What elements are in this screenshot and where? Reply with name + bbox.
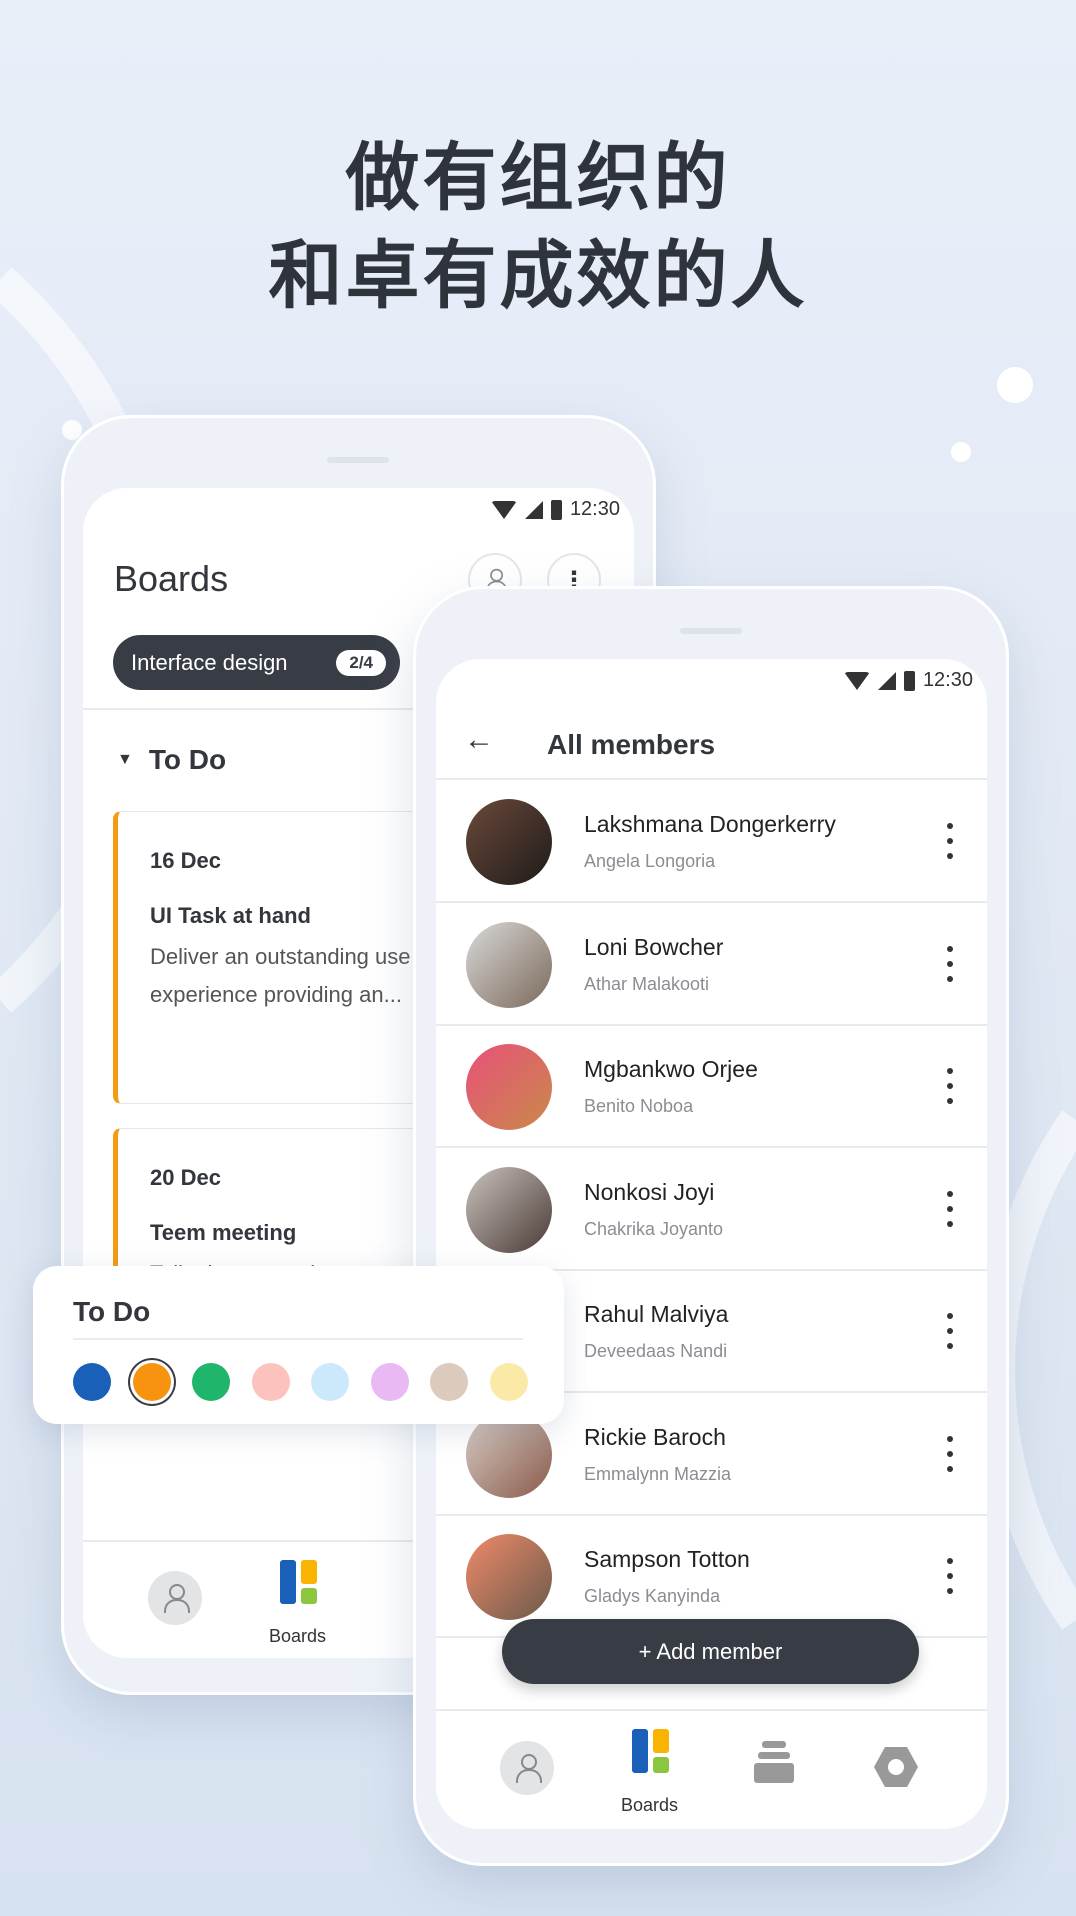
battery-icon [903, 670, 915, 691]
headline-line2: 和卓有成效的人 [268, 233, 808, 319]
nav-profile[interactable] [500, 1741, 554, 1795]
avatar [466, 921, 552, 1008]
member-subtitle: Angela Longoria [584, 851, 716, 871]
avatar [466, 799, 552, 885]
nav-boards-label: Boards [621, 1795, 679, 1815]
member-name: Loni Bowcher [584, 933, 724, 960]
speaker [327, 457, 389, 463]
archive-icon[interactable] [754, 1741, 794, 1783]
member-name: Rickie Baroch [584, 1423, 726, 1450]
member-name: Sampson Totton [584, 1546, 750, 1572]
card-description: Deliver an outstanding use [150, 944, 411, 969]
color-swatch[interactable] [311, 1363, 349, 1401]
card-date: 16 Dec [150, 848, 221, 873]
signal-icon [877, 671, 896, 690]
page-title: Boards [114, 558, 229, 599]
board-chip[interactable]: Interface design 2/4 [113, 635, 400, 690]
more-vertical-icon[interactable] [942, 1558, 958, 1594]
member-subtitle: Deveedaas Nandi [584, 1341, 728, 1361]
card-description: experience providing an... [150, 982, 402, 1007]
add-member-button[interactable]: + Add member [502, 1619, 919, 1684]
wifi-icon [490, 500, 517, 519]
member-subtitle: Benito Noboa [584, 1096, 694, 1116]
more-vertical-icon[interactable] [942, 1068, 958, 1104]
bottom-nav: Boards [436, 1709, 987, 1829]
member-subtitle: Chakrika Joyanto [584, 1218, 724, 1239]
card-date: 20 Dec [150, 1165, 221, 1190]
status-time: 12:30 [922, 669, 973, 691]
member-row[interactable]: Mgbankwo Orjee Benito Noboa [436, 1026, 987, 1148]
member-subtitle: Emmalynn Mazzia [584, 1463, 732, 1484]
member-row[interactable]: Loni Bowcher Athar Malakooti [436, 904, 987, 1026]
member-name: Lakshmana Dongerkerry [584, 811, 836, 837]
more-vertical-icon[interactable] [942, 823, 958, 859]
chip-label: Interface design [131, 649, 288, 675]
battery-icon [550, 499, 562, 520]
headline-line1: 做有组织的 [345, 135, 731, 221]
boards-icon[interactable] [280, 1560, 318, 1604]
card-title: UI Task at hand [150, 903, 311, 928]
color-swatch[interactable] [489, 1363, 528, 1401]
color-swatch[interactable] [251, 1363, 290, 1401]
color-swatch[interactable] [132, 1363, 171, 1401]
back-arrow-icon[interactable]: ← [464, 723, 494, 757]
more-vertical-icon[interactable] [942, 1435, 958, 1472]
member-name: Nonkosi Joyi [584, 1178, 715, 1205]
add-member-label: + Add member [638, 1638, 783, 1664]
nav-boards-label: Boards [269, 1626, 327, 1646]
color-swatch[interactable] [192, 1363, 230, 1401]
member-row[interactable]: Nonkosi Joyi Chakrika Joyanto [436, 1149, 987, 1271]
status-time: 12:30 [569, 498, 620, 520]
avatar [466, 1044, 552, 1130]
member-name: Mgbankwo Orjee [584, 1056, 758, 1082]
section-header[interactable]: ▼ To Do [117, 744, 226, 776]
nav-profile[interactable] [148, 1571, 202, 1625]
status-bar: 12:30 [490, 498, 620, 521]
decor-arc [981, 1110, 1076, 1630]
caret-down-icon: ▼ [117, 751, 133, 768]
member-row[interactable]: Lakshmana Dongerkerry Angela Longoria [436, 781, 987, 903]
person-icon [164, 1584, 190, 1613]
color-swatch[interactable] [370, 1363, 409, 1401]
avatar [466, 1411, 552, 1498]
popup-title: To Do [73, 1296, 151, 1327]
decor-dot [997, 367, 1033, 403]
speaker [680, 628, 742, 634]
more-vertical-icon[interactable] [942, 1190, 958, 1227]
status-bar: 12:30 [843, 669, 973, 692]
divider [436, 778, 987, 780]
color-swatch[interactable] [430, 1363, 468, 1401]
avatar [466, 1534, 552, 1620]
decor-dot [951, 442, 971, 462]
settings-icon[interactable] [874, 1747, 918, 1787]
more-vertical-icon[interactable] [942, 1313, 958, 1349]
wifi-icon [843, 671, 870, 690]
signal-icon [524, 500, 543, 519]
chip-count: 2/4 [336, 649, 386, 676]
phone-members: 12:30 ← All members Lakshmana Dongerkerr… [413, 586, 1009, 1866]
section-title: To Do [148, 744, 227, 775]
page-title: All members [547, 729, 716, 760]
member-subtitle: Gladys Kanyinda [584, 1586, 721, 1606]
divider [73, 1338, 523, 1340]
card-title: Teem meeting [150, 1220, 297, 1245]
color-picker-popup: To Do [33, 1266, 564, 1424]
color-swatch[interactable] [73, 1363, 111, 1401]
member-name: Rahul Malviya [584, 1301, 729, 1327]
boards-icon[interactable] [632, 1729, 670, 1773]
more-vertical-icon[interactable] [942, 945, 958, 982]
member-subtitle: Athar Malakooti [584, 973, 710, 994]
avatar [466, 1166, 552, 1253]
members-screen: 12:30 ← All members Lakshmana Dongerkerr… [436, 659, 987, 1829]
person-icon [516, 1754, 542, 1783]
